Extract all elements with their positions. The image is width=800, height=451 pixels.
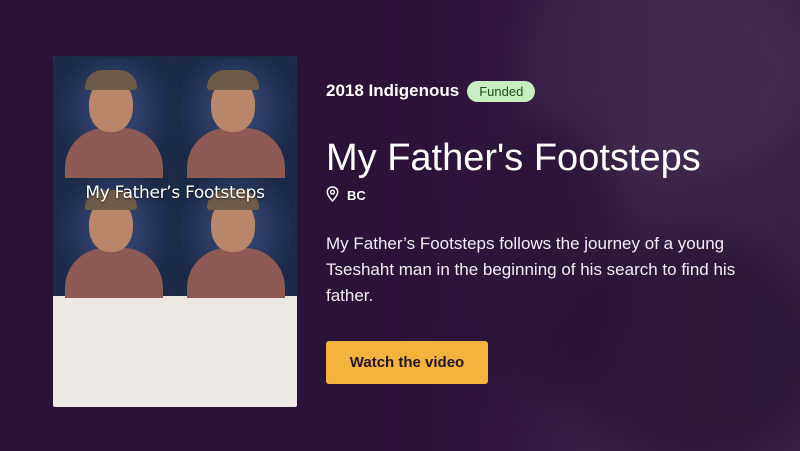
photo-cell <box>177 58 295 178</box>
project-poster: My Father’s Footsteps <box>53 56 297 407</box>
project-meta: 2018 Indigenous Funded <box>326 76 746 106</box>
status-badge: Funded <box>467 80 536 102</box>
watch-video-button[interactable]: Watch the video <box>326 341 488 384</box>
project-hero: My Father’s Footsteps 2018 Indigenous Fu… <box>0 0 800 451</box>
location-label: BC <box>347 188 366 203</box>
map-pin-icon <box>326 186 339 205</box>
project-details: 2018 Indigenous Funded My Father's Foots… <box>326 76 746 326</box>
project-category: 2018 Indigenous <box>326 81 460 100</box>
poster-photo-strip <box>53 56 297 298</box>
poster-title-text: My Father’s Footsteps <box>85 183 265 203</box>
photo-cell <box>55 58 173 178</box>
project-location: BC <box>326 186 746 205</box>
page-title: My Father's Footsteps <box>326 137 701 179</box>
project-description: My Father’s Footsteps follows the journe… <box>326 234 736 305</box>
